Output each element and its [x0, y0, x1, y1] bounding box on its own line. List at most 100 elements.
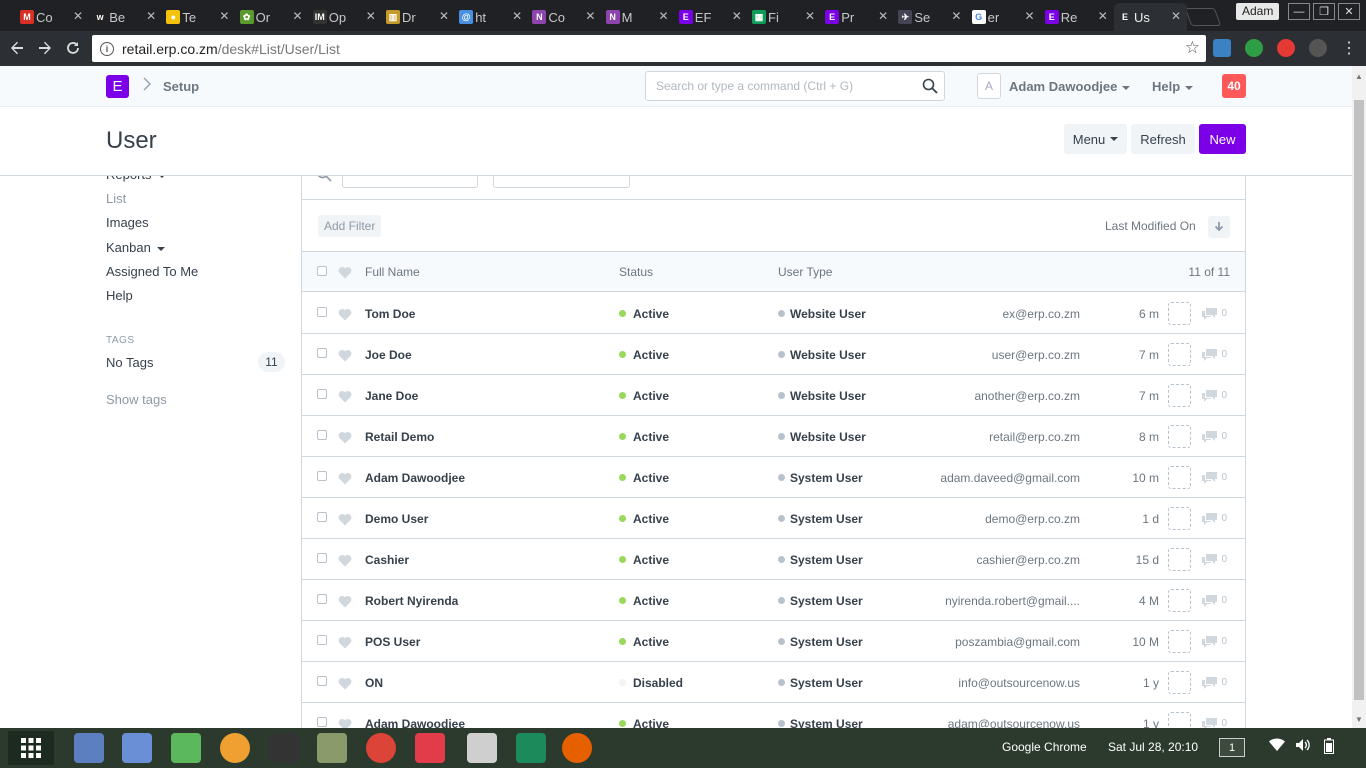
grid-app-icon[interactable]	[415, 733, 445, 763]
user-menu-dropdown[interactable]: Adam Dawoodjee	[1009, 79, 1131, 94]
menu-button[interactable]: Menu	[1064, 124, 1127, 154]
close-tab-icon[interactable]: ✕	[951, 9, 961, 23]
reader-icon[interactable]	[516, 733, 546, 763]
extension-icon[interactable]	[1213, 39, 1231, 57]
heart-icon[interactable]	[338, 513, 352, 526]
mail-icon[interactable]	[122, 733, 152, 763]
assign-to-placeholder[interactable]	[1168, 589, 1191, 612]
browser-tab[interactable]: E EF ✕	[675, 3, 748, 31]
battery-icon[interactable]	[1324, 738, 1334, 757]
sidebar-item-no-tags[interactable]: No Tags	[106, 355, 153, 370]
user-full-name[interactable]: POS User	[365, 635, 420, 649]
assign-to-placeholder[interactable]	[1168, 302, 1191, 325]
sort-selector[interactable]: Last Modified On	[1105, 219, 1196, 233]
heart-icon[interactable]	[338, 349, 352, 362]
restore-window-icon[interactable]: ❐	[1313, 3, 1335, 20]
assign-to-placeholder[interactable]	[1168, 343, 1191, 366]
assign-to-placeholder[interactable]	[1168, 507, 1191, 530]
browser-tab[interactable]: E Re ✕	[1041, 3, 1114, 31]
row-checkbox[interactable]	[317, 430, 327, 440]
browser-tab[interactable]: IM Op ✕	[309, 3, 382, 31]
sort-order-button[interactable]	[1208, 216, 1230, 238]
table-row[interactable]: Demo User Active System User demo@erp.co.zm…	[302, 498, 1245, 539]
heart-icon[interactable]	[338, 595, 352, 608]
close-tab-icon[interactable]: ✕	[805, 9, 815, 23]
heart-icon[interactable]	[338, 718, 352, 728]
browser-tab[interactable]: M Co ✕	[16, 3, 89, 31]
close-tab-icon[interactable]: ✕	[659, 9, 669, 23]
close-tab-icon[interactable]: ✕	[1171, 9, 1181, 23]
sidebar-item-images[interactable]: Images	[106, 215, 149, 230]
close-tab-icon[interactable]: ✕	[512, 9, 522, 23]
table-row[interactable]: POS User Active System User poszambia@gmail…	[302, 621, 1245, 662]
app-launcher-icon[interactable]	[8, 731, 54, 765]
table-row[interactable]: Adam Dawoodjee Active System User adam.dave…	[302, 457, 1245, 498]
user-full-name[interactable]: Jane Doe	[365, 389, 418, 403]
help-menu-dropdown[interactable]: Help	[1152, 79, 1194, 94]
table-row[interactable]: Cashier Active System User cashier@erp.co.z…	[302, 539, 1245, 580]
row-checkbox[interactable]	[317, 348, 327, 358]
browser-tab[interactable]: N M ✕	[602, 3, 675, 31]
scrollbar-thumb[interactable]	[1354, 100, 1364, 700]
row-checkbox[interactable]	[317, 553, 327, 563]
row-checkbox[interactable]	[317, 635, 327, 645]
firefox-icon[interactable]	[562, 733, 592, 763]
heart-icon[interactable]	[338, 472, 352, 485]
user-full-name[interactable]: Robert Nyirenda	[365, 594, 458, 608]
close-tab-icon[interactable]: ✕	[585, 9, 595, 23]
search-input[interactable]	[646, 72, 906, 100]
close-tab-icon[interactable]: ✕	[732, 9, 742, 23]
user-full-name[interactable]: Adam Dawoodjee	[365, 471, 465, 485]
close-tab-icon[interactable]: ✕	[73, 9, 83, 23]
scroll-up-icon[interactable]: ▲	[1355, 72, 1363, 81]
browser-menu-icon[interactable]: ⋮	[1338, 37, 1360, 59]
document-viewer-icon[interactable]	[74, 733, 104, 763]
browser-tab[interactable]: @ ht ✕	[455, 3, 528, 31]
editor-icon[interactable]	[467, 733, 497, 763]
wifi-icon[interactable]	[1269, 738, 1285, 755]
address-bar[interactable]: i retail.erp.co.zm/desk#List/User/List ☆	[92, 35, 1206, 62]
table-row[interactable]: Adam Dawoodjee Active System User adam@outs…	[302, 703, 1245, 728]
browser-tab[interactable]: ▥ Dr ✕	[382, 3, 455, 31]
browser-tab[interactable]: ● Te ✕	[162, 3, 235, 31]
browser-tab[interactable]: ✈ Se ✕	[894, 3, 967, 31]
user-full-name[interactable]: Adam Dawoodjee	[365, 717, 465, 728]
close-tab-icon[interactable]: ✕	[439, 9, 449, 23]
user-full-name[interactable]: Cashier	[365, 553, 409, 567]
minimize-window-icon[interactable]: —	[1288, 3, 1310, 20]
user-full-name[interactable]: Retail Demo	[365, 430, 434, 444]
assign-to-placeholder[interactable]	[1168, 671, 1191, 694]
select-all-checkbox[interactable]	[317, 266, 327, 276]
browser-tab[interactable]: ✿ Or ✕	[236, 3, 309, 31]
forward-icon[interactable]	[34, 37, 56, 59]
chrome-icon[interactable]	[366, 733, 396, 763]
browser-tab[interactable]: E Pr ✕	[821, 3, 894, 31]
sidebar-item-kanban[interactable]: Kanban	[106, 240, 165, 255]
sidebar-item-assigned-to-me[interactable]: Assigned To Me	[106, 264, 198, 279]
breadcrumb-setup[interactable]: Setup	[163, 79, 199, 94]
table-row[interactable]: Robert Nyirenda Active System User nyirenda…	[302, 580, 1245, 621]
assign-to-placeholder[interactable]	[1168, 630, 1191, 653]
assign-to-placeholder[interactable]	[1168, 384, 1191, 407]
row-checkbox[interactable]	[317, 389, 327, 399]
close-tab-icon[interactable]: ✕	[293, 9, 303, 23]
browser-tab[interactable]: N Co ✕	[528, 3, 601, 31]
volume-icon[interactable]	[1295, 738, 1311, 755]
extension-icon[interactable]	[1277, 39, 1295, 57]
reload-icon[interactable]	[62, 37, 84, 59]
avatar[interactable]: A	[977, 73, 1001, 99]
extension-icon[interactable]	[1245, 39, 1263, 57]
browser-profile-button[interactable]: Adam	[1236, 3, 1280, 20]
table-row[interactable]: ON Disabled System User info@outsourcenow.u…	[302, 662, 1245, 703]
download-icon[interactable]	[171, 733, 201, 763]
app-logo[interactable]: E	[106, 75, 129, 98]
clock[interactable]: Sat Jul 28, 20:10	[1108, 740, 1198, 754]
refresh-button[interactable]: Refresh	[1131, 124, 1195, 154]
browser-tab[interactable]: E Us ✕	[1114, 3, 1187, 31]
heart-icon[interactable]	[338, 390, 352, 403]
user-full-name[interactable]: Tom Doe	[365, 307, 415, 321]
row-checkbox[interactable]	[317, 676, 327, 686]
assign-to-placeholder[interactable]	[1168, 712, 1191, 728]
row-checkbox[interactable]	[317, 512, 327, 522]
row-checkbox[interactable]	[317, 471, 327, 481]
